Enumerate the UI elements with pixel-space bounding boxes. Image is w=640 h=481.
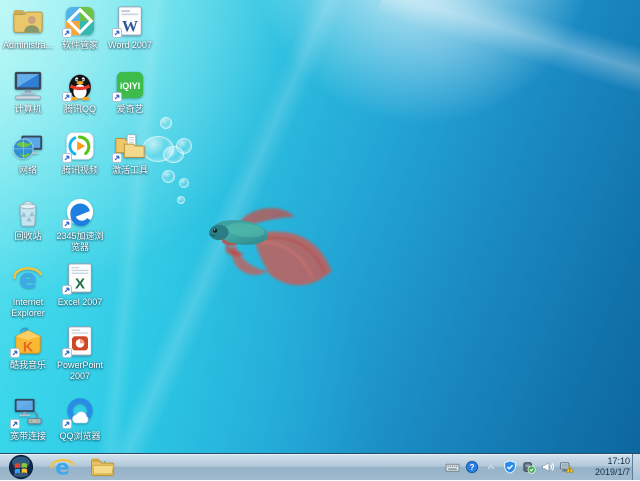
computer-icon (12, 69, 44, 101)
shortcut-arrow-icon (62, 153, 72, 163)
desktop-icon-tencent-video[interactable]: 腾讯视频 (55, 130, 105, 176)
tray-security-shield-icon[interactable] (502, 460, 517, 475)
shortcut-arrow-icon (62, 419, 72, 429)
tray-show-hidden-icons-icon[interactable] (483, 460, 498, 475)
desktop-icon-label: 腾讯QQ (63, 104, 96, 114)
desktop-icon-label: Excel 2007 (57, 297, 103, 307)
taskbar: e ? 17:10 2019/1/7 (0, 453, 640, 480)
desktop-icon-internet-explorer[interactable]: e Internet Explorer (3, 262, 53, 319)
taskbar-pinned-apps: e (47, 454, 117, 480)
shortcut-arrow-icon (10, 348, 20, 358)
desktop-icon-label: Internet Explorer (11, 297, 45, 318)
shortcut-arrow-icon (62, 348, 72, 358)
desktop-icon-label: Administra... (3, 40, 54, 50)
show-desktop-button[interactable] (632, 454, 640, 480)
start-button[interactable] (7, 454, 35, 480)
shortcut-arrow-icon (62, 219, 72, 229)
desktop-icon-kuwo-music[interactable]: K 酷我音乐 (3, 325, 53, 371)
desktop-icon-powerpoint-2007[interactable]: PowerPoint 2007 (55, 325, 105, 382)
tray-input-method-keyboard-icon[interactable] (445, 460, 460, 475)
desktop-icon-broadband-connection[interactable]: 宽带连接 (3, 396, 53, 442)
desktop-icon-label: 回收站 (14, 231, 42, 241)
excel-2007-icon: X (62, 262, 96, 295)
desktop-icon-excel-2007[interactable]: X Excel 2007 (55, 262, 105, 308)
desktop-icon-word-2007[interactable]: W Word 2007 (105, 5, 155, 51)
betta-fish-graphic (209, 208, 332, 286)
desktop-icon-software-manager[interactable]: 软件管家 (55, 5, 105, 51)
tray-antivirus-check-icon[interactable] (521, 460, 536, 475)
system-tray: ? (445, 454, 574, 480)
software-manager-icon (62, 5, 96, 38)
bubble (179, 178, 189, 188)
desktop-icon-browser-2345[interactable]: 2345加速浏览器 (55, 196, 105, 253)
word-2007-icon: W (112, 5, 146, 38)
desktop-icon-label: Word 2007 (108, 40, 152, 50)
desktop-icon-computer[interactable]: 计算机 (3, 69, 53, 115)
internet-explorer-icon: e (12, 262, 44, 294)
shortcut-arrow-icon (112, 153, 122, 163)
desktop-wallpaper: Administra... 软件管家 W Word 2007 计算机 腾讯QQ iQIYI 爱… (0, 0, 640, 453)
desktop-icon-tencent-qq[interactable]: 腾讯QQ (55, 69, 105, 115)
taskbar-internet-explorer-button[interactable]: e (47, 454, 77, 480)
desktop-icon-label: QQ浏览器 (59, 431, 101, 441)
qq-browser-icon (62, 396, 96, 429)
desktop-icon-label: 2345加速浏览器 (56, 231, 104, 252)
svg-text:?: ? (469, 463, 474, 472)
desktop-icon-label: 软件管家 (61, 40, 98, 50)
taskbar-clock[interactable]: 17:10 2019/1/7 (578, 454, 630, 480)
desktop-icon-recycle-bin[interactable]: 回收站 (3, 196, 53, 242)
kuwo-music-icon: K (10, 325, 44, 358)
desktop-icon-activation-tools[interactable]: 激活工具 (105, 130, 155, 176)
svg-text:K: K (23, 338, 34, 354)
tencent-qq-icon (62, 69, 96, 102)
desktop-icon-label: 计算机 (14, 104, 42, 114)
shortcut-arrow-icon (62, 285, 72, 295)
desktop-icon-label: 激活工具 (111, 165, 148, 175)
shortcut-arrow-icon (10, 419, 20, 429)
iqiyi-icon: iQIYI (112, 69, 146, 102)
powerpoint-2007-icon (62, 325, 96, 358)
desktop-icon-label: 酷我音乐 (9, 360, 46, 370)
desktop-icon-network[interactable]: 网络 (3, 130, 53, 176)
desktop-icon-label: 网络 (18, 165, 37, 175)
network-icon (12, 130, 44, 162)
administrator-folder-icon (12, 5, 44, 37)
bubble (163, 146, 184, 163)
tencent-video-icon (62, 130, 96, 163)
broadband-connection-icon (10, 396, 44, 429)
desktop-icon-label: PowerPoint 2007 (56, 360, 104, 381)
desktop-icon-qq-browser[interactable]: QQ浏览器 (55, 396, 105, 442)
clock-date: 2019/1/7 (594, 467, 630, 477)
browser-2345-icon (62, 196, 96, 229)
clock-time: 17:10 (607, 456, 630, 466)
bubble (160, 117, 172, 129)
tray-help-bubble-icon[interactable]: ? (464, 460, 479, 475)
svg-text:X: X (75, 275, 85, 292)
bubble (162, 170, 175, 183)
desktop-icon-iqiyi[interactable]: iQIYI 爱奇艺 (105, 69, 155, 115)
shortcut-arrow-icon (112, 92, 122, 102)
svg-text:iQIYI: iQIYI (120, 81, 140, 91)
shortcut-arrow-icon (62, 92, 72, 102)
svg-text:W: W (122, 18, 138, 35)
desktop-icon-label: 腾讯视频 (61, 165, 98, 175)
activation-tools-icon (112, 130, 146, 163)
recycle-bin-icon (12, 196, 44, 228)
shortcut-arrow-icon (112, 28, 122, 38)
shortcut-arrow-icon (62, 28, 72, 38)
tray-volume-icon[interactable] (540, 460, 555, 475)
desktop-icon-label: 宽带连接 (9, 431, 46, 441)
bubble (177, 196, 185, 204)
desktop-icon-administrator-folder[interactable]: Administra... (3, 5, 53, 51)
tray-network-warning-icon[interactable] (559, 460, 574, 475)
light-ray (376, 0, 640, 137)
taskbar-windows-explorer-button[interactable] (87, 454, 117, 480)
desktop-icon-label: 爱奇艺 (116, 104, 144, 114)
